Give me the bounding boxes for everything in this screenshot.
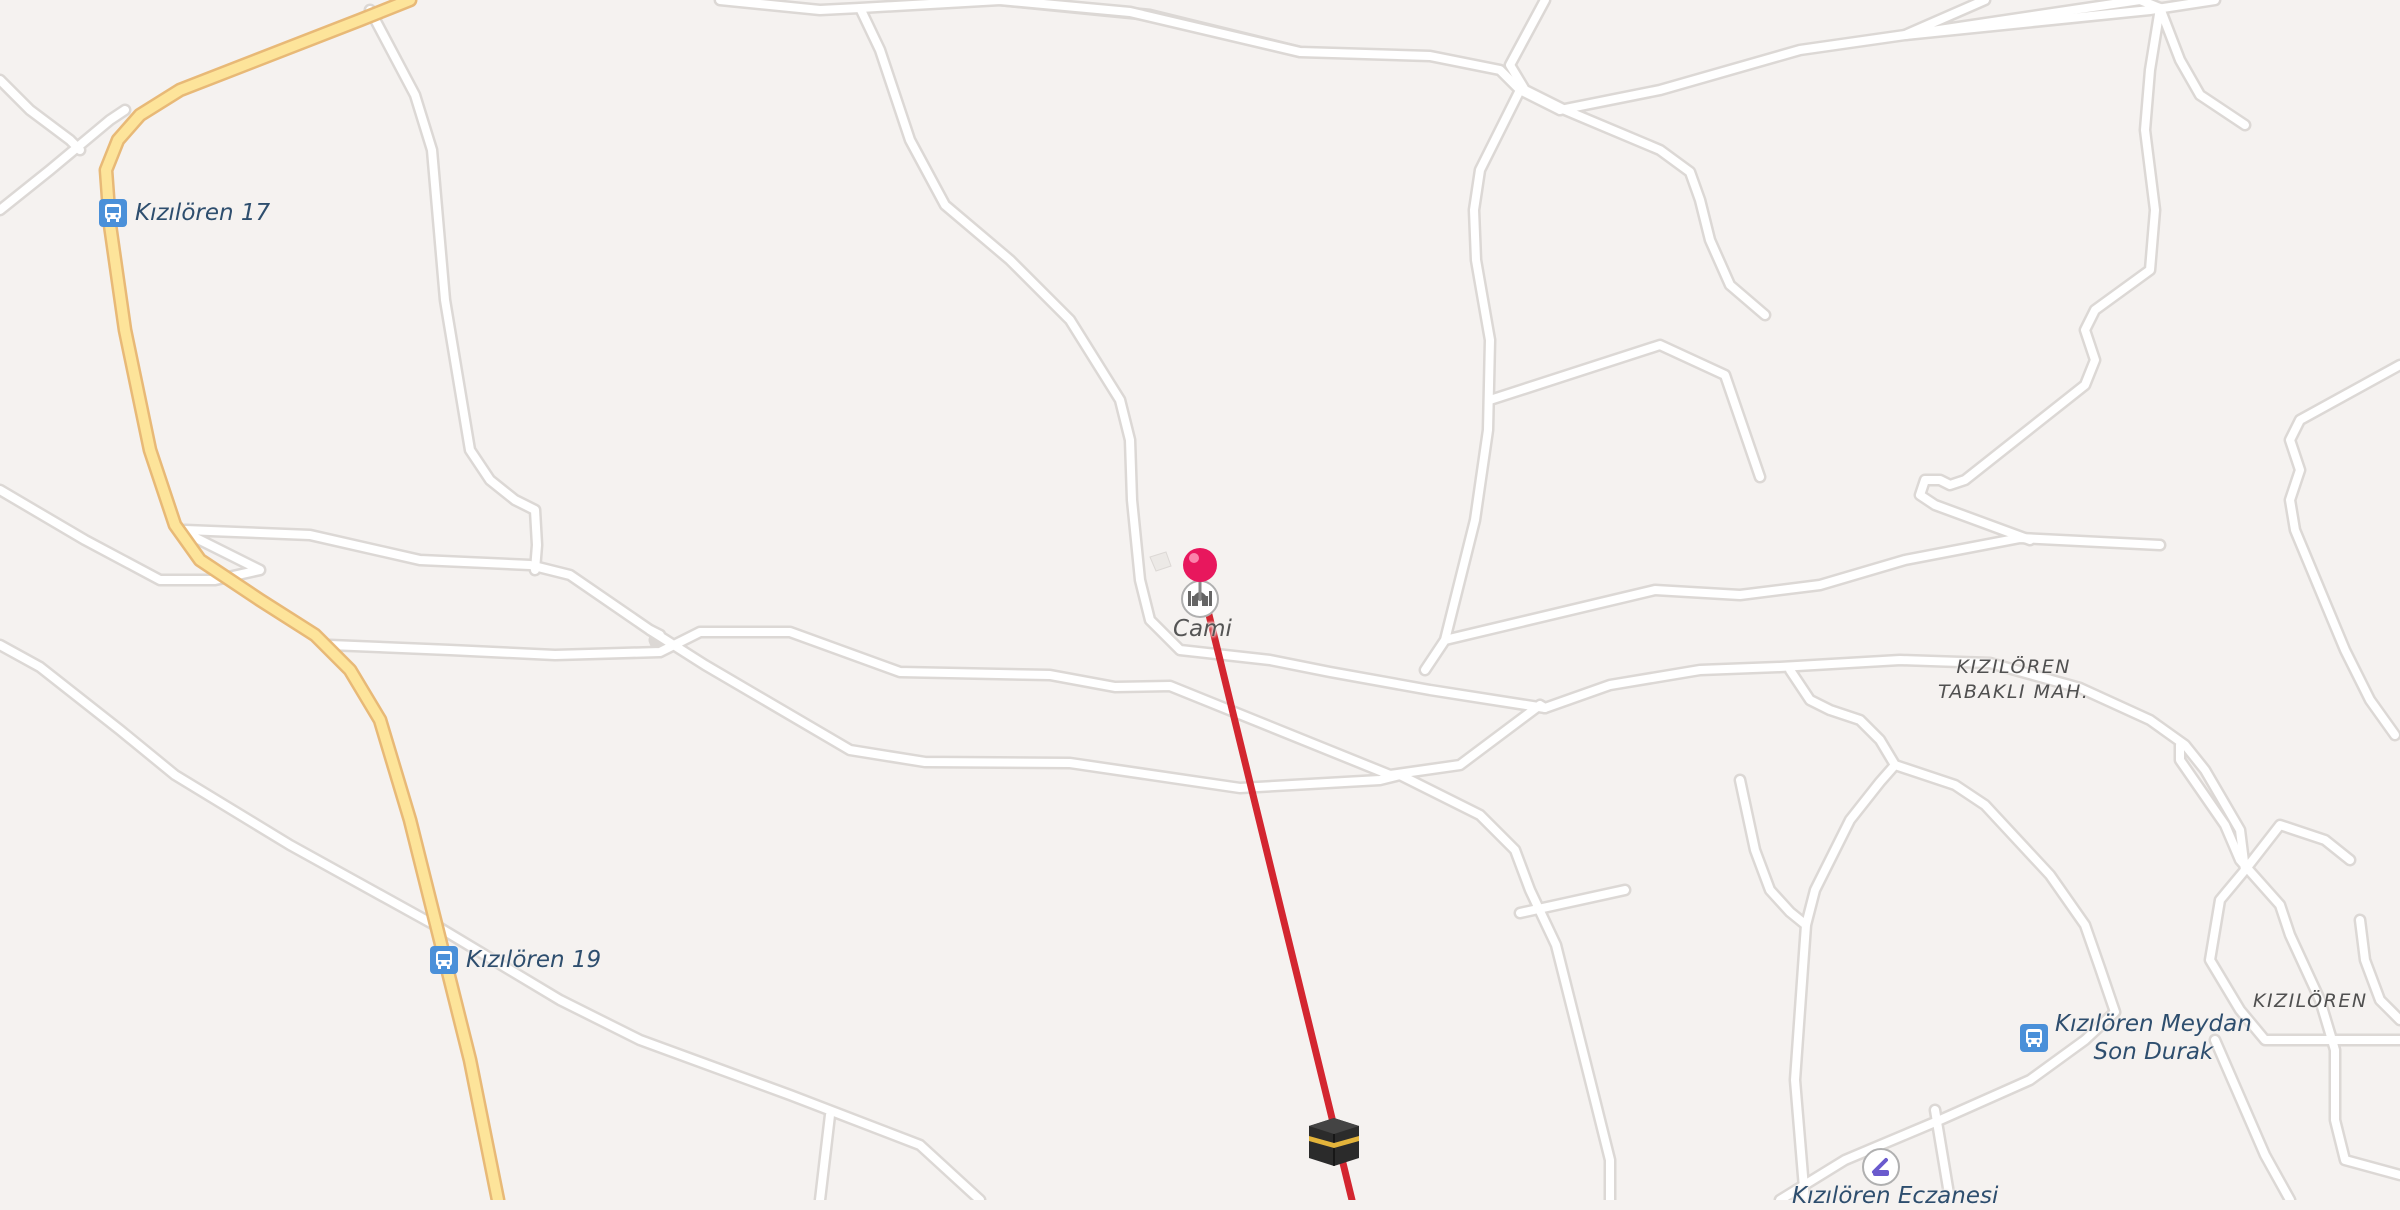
pharmacy-label[interactable]: Kızılören Eczanesi	[1792, 1182, 1998, 1210]
neighborhood-label-line2: TABAKLI MAH.	[1938, 681, 2090, 703]
bus-stop-icon[interactable]	[2020, 1024, 2048, 1052]
bus-stop-label-line2: Son Durak	[2093, 1039, 2214, 1065]
bus-stop-label[interactable]: Kızılören 17	[135, 199, 270, 227]
bus-stop-label[interactable]: Kızılören Meydan Son Durak	[2055, 1010, 2252, 1066]
bus-stop-icon[interactable]	[430, 946, 458, 974]
pharmacy-icon[interactable]	[1862, 1148, 1900, 1186]
neighborhood-label: KIZILÖREN TABAKLI MAH.	[1938, 655, 2089, 705]
bus-stop-icon[interactable]	[99, 199, 127, 227]
building-shape	[1149, 551, 1172, 572]
bus-stop-label[interactable]: Kızılören 19	[466, 946, 601, 974]
mosque-label[interactable]: Cami	[1173, 615, 1232, 643]
location-pin-icon[interactable]	[1180, 545, 1220, 609]
neighborhood-label-line1: KIZILÖREN	[1956, 656, 2071, 678]
locality-label: KIZILÖREN	[2253, 990, 2368, 1012]
bus-stop-label-line1: Kızılören Meydan	[2055, 1011, 2252, 1037]
kaaba-icon[interactable]	[1305, 1112, 1363, 1174]
